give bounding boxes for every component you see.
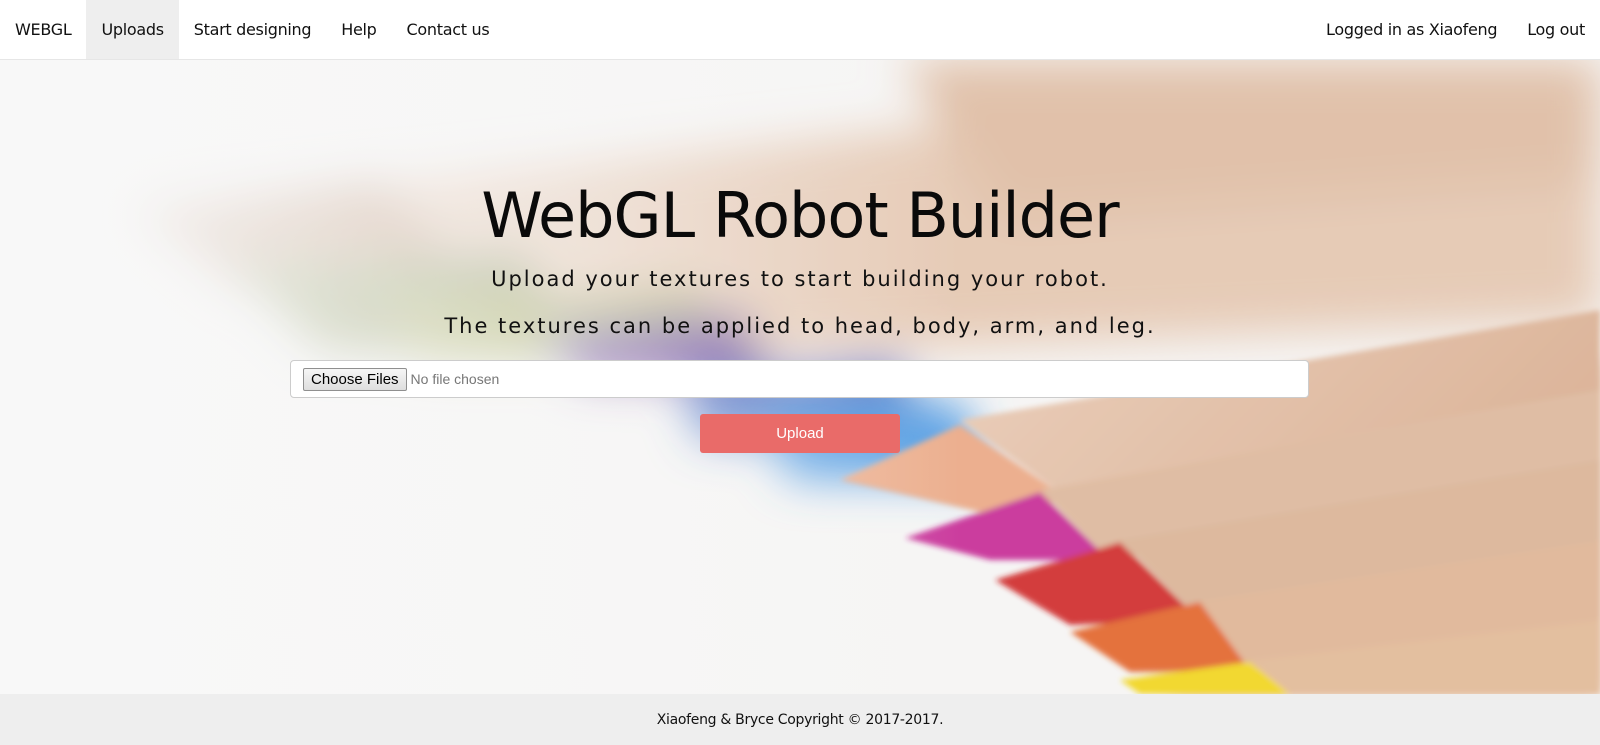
file-status-text: No file chosen — [410, 371, 500, 387]
nav-item-start-designing[interactable]: Start designing — [179, 0, 327, 59]
nav-item-contact-us[interactable]: Contact us — [392, 0, 505, 59]
logged-in-user-link[interactable]: Logged in as Xiaofeng — [1311, 0, 1512, 59]
top-navbar: WEBGL Uploads Start designing Help Conta… — [0, 0, 1600, 60]
footer: Xiaofeng & Bryce Copyright © 2017-2017. — [0, 694, 1600, 745]
upload-button[interactable]: Upload — [700, 414, 900, 453]
hero-section: WebGL Robot Builder Upload your textures… — [0, 60, 1600, 694]
choose-files-button[interactable]: Choose Files — [303, 367, 407, 391]
logout-link[interactable]: Log out — [1512, 0, 1600, 59]
brand-link[interactable]: WEBGL — [0, 0, 86, 59]
hero-content: WebGL Robot Builder Upload your textures… — [0, 60, 1600, 694]
nav-left: WEBGL Uploads Start designing Help Conta… — [0, 0, 504, 59]
footer-copyright-text: Xiaofeng & Bryce Copyright © 2017-2017. — [656, 711, 944, 728]
page-title: WebGL Robot Builder — [481, 179, 1119, 252]
nav-right: Logged in as Xiaofeng Log out — [1311, 0, 1600, 59]
hero-subtitle-textures: The textures can be applied to head, bod… — [444, 314, 1156, 338]
nav-item-uploads[interactable]: Uploads — [86, 0, 179, 59]
hero-subtitle-upload: Upload your textures to start building y… — [491, 267, 1109, 291]
file-upload-field[interactable]: Choose Files No file chosen — [290, 360, 1309, 398]
nav-item-help[interactable]: Help — [326, 0, 391, 59]
